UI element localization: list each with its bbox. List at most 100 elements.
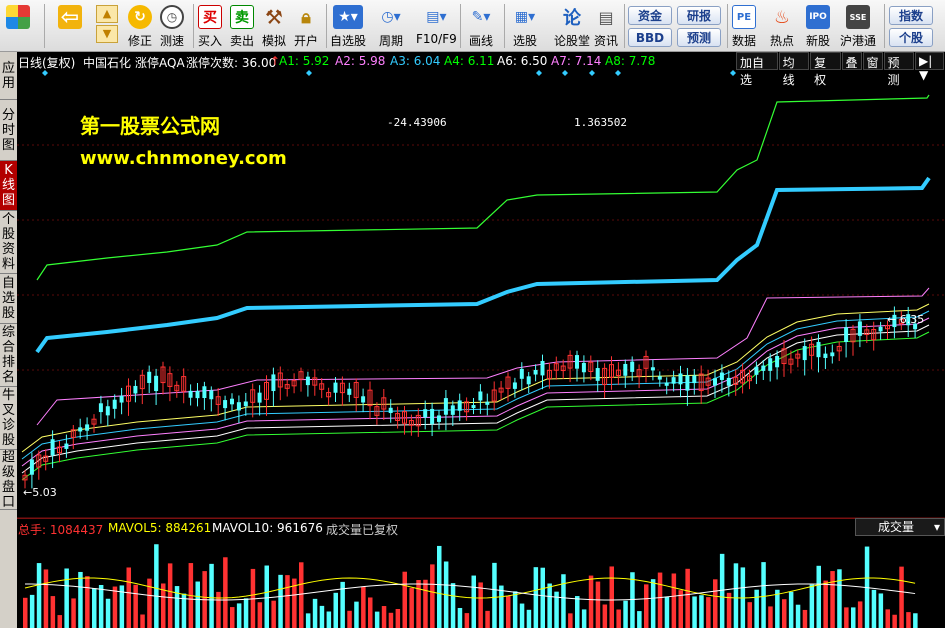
candle-body — [230, 398, 234, 405]
volume-chart[interactable] — [17, 536, 945, 628]
volume-bar — [685, 568, 690, 628]
hot-button[interactable]: ♨ 热点 — [770, 3, 794, 49]
candle-body — [257, 392, 262, 403]
volume-bar — [485, 610, 490, 628]
funds-button[interactable]: 资金 — [628, 6, 672, 25]
volume-bar — [871, 589, 877, 628]
volume-bar — [64, 568, 69, 628]
simulate-button[interactable]: ⚒ 模拟 — [262, 3, 286, 49]
home-button[interactable] — [6, 3, 30, 49]
volume-bar — [602, 604, 608, 628]
volume-bar — [733, 563, 739, 628]
hk-connect-button[interactable]: SSE 沪港通 — [840, 3, 876, 49]
speed-test-button[interactable]: ◷ 测速 — [160, 3, 184, 49]
open-account-button[interactable]: 🔒︎ 开户 — [294, 3, 318, 49]
indicator-name[interactable]: 涨停AQA — [135, 54, 185, 71]
candle-body — [236, 402, 241, 411]
left-tab-4[interactable]: 自选股 — [0, 274, 17, 324]
period-label[interactable]: 日线(复权) — [18, 54, 75, 71]
kline-chart[interactable]: ← 6.35 ←5.03 — [17, 70, 945, 518]
volume-bar — [278, 574, 283, 628]
volume-bar — [519, 603, 525, 628]
volume-bar — [50, 596, 56, 628]
candle-body — [450, 405, 455, 415]
volume-bar — [644, 584, 649, 628]
chart-action-button-3[interactable]: 叠 — [841, 52, 862, 70]
volume-bar — [616, 609, 621, 628]
limit-up-marker — [306, 70, 312, 76]
bbd-button[interactable]: BBD — [628, 28, 672, 47]
revise-button[interactable]: ↻ 修正 — [128, 3, 152, 49]
left-tab-1[interactable]: 分时图 — [0, 100, 17, 161]
candle-body — [29, 459, 34, 475]
news-icon: ▤ — [598, 7, 614, 27]
volume-bar — [105, 598, 111, 628]
volume-bar — [671, 573, 677, 628]
limit-up-marker — [42, 70, 48, 76]
stock-pick-button[interactable]: ▦▾ 选股 — [510, 3, 540, 49]
volume-bar — [471, 575, 476, 628]
candle-body — [443, 398, 448, 415]
draw-line-button[interactable]: ✎▾ 画线 — [466, 3, 496, 49]
research-button[interactable]: 研报 — [677, 6, 721, 25]
left-tab-6[interactable]: 牛叉诊股 — [0, 387, 17, 450]
up-down-button[interactable]: ▲ ▼ — [96, 3, 118, 49]
volume-bar — [388, 612, 394, 628]
left-tab-0[interactable]: 应用 — [0, 52, 17, 100]
chart-action-button-2[interactable]: 复权 — [810, 52, 841, 87]
data-button[interactable]: PE 数据 — [732, 3, 756, 49]
volume-bar — [223, 557, 228, 628]
left-tab-7[interactable]: 超级盘口 — [0, 450, 17, 510]
candle-body — [581, 362, 586, 373]
candle-body — [478, 391, 483, 401]
volume-bar — [692, 596, 697, 628]
candle-body — [878, 326, 883, 332]
chart-action-button-6[interactable]: ▶|▼ — [914, 52, 944, 82]
candle-body — [85, 424, 90, 431]
volume-bar — [809, 584, 815, 628]
chart-action-button-4[interactable]: 窗 — [862, 52, 883, 70]
volume-info-bar: 总手: 1084437 MAVOL5: 884261 MAVOL10: 9616… — [17, 518, 945, 537]
series-label-2: A3: 6.04 — [390, 54, 441, 68]
candle-body — [823, 353, 828, 358]
volume-bar — [216, 591, 221, 628]
stock-button[interactable]: 个股 — [889, 28, 933, 47]
candle-body — [202, 386, 207, 399]
volume-bar — [706, 597, 711, 628]
candle-body — [119, 395, 124, 403]
candle-body — [775, 356, 780, 368]
chart-action-button-5[interactable]: 预测 — [883, 52, 914, 87]
news-button[interactable]: ▤ 资讯 — [594, 3, 618, 49]
candle-body — [50, 439, 55, 456]
candle-body — [223, 400, 228, 409]
back-button[interactable]: ⇦ — [58, 3, 82, 49]
volume-bar — [154, 544, 159, 628]
candle-body — [519, 368, 524, 379]
index-button[interactable]: 指数 — [889, 6, 933, 25]
volume-bar — [788, 591, 794, 628]
f10-button[interactable]: ▤▾ F10/F9 — [416, 3, 457, 49]
candle-body — [133, 385, 138, 394]
candle-body — [726, 377, 731, 386]
candle-body — [437, 415, 441, 422]
forecast-button[interactable]: 预测 — [677, 28, 721, 47]
left-tab-3[interactable]: 个股资料 — [0, 211, 17, 274]
indicator-select[interactable]: 成交量 ▾ — [855, 518, 945, 536]
candle-body — [685, 375, 690, 391]
forum-button[interactable]: 论 论股堂 — [554, 3, 590, 49]
volume-bar — [347, 610, 352, 628]
candle-body — [575, 355, 579, 369]
volume-bar — [857, 601, 863, 628]
left-tab-5[interactable]: 综合排名 — [0, 324, 17, 387]
period-button[interactable]: ◷▾ 周期 — [376, 3, 406, 49]
watchlist-button[interactable]: ★▾ 自选股 — [330, 3, 366, 49]
toolbar: ⇦ ▲ ▼ ↻ 修正 ◷ 测速 买 买入 卖 卖出 ⚒ 模拟 🔒︎ 开户 ★▾ … — [0, 0, 945, 52]
new-stock-button[interactable]: IPO 新股 — [806, 3, 830, 49]
buy-button[interactable]: 买 买入 — [198, 3, 222, 49]
candle-body — [657, 376, 662, 380]
candle-body — [98, 403, 103, 413]
chart-action-button-1[interactable]: 均线 — [778, 52, 810, 87]
sell-button[interactable]: 卖 卖出 — [230, 3, 254, 49]
left-tab-2[interactable]: K线图 — [0, 161, 17, 211]
chart-action-button-0[interactable]: 加自选 — [736, 52, 778, 87]
